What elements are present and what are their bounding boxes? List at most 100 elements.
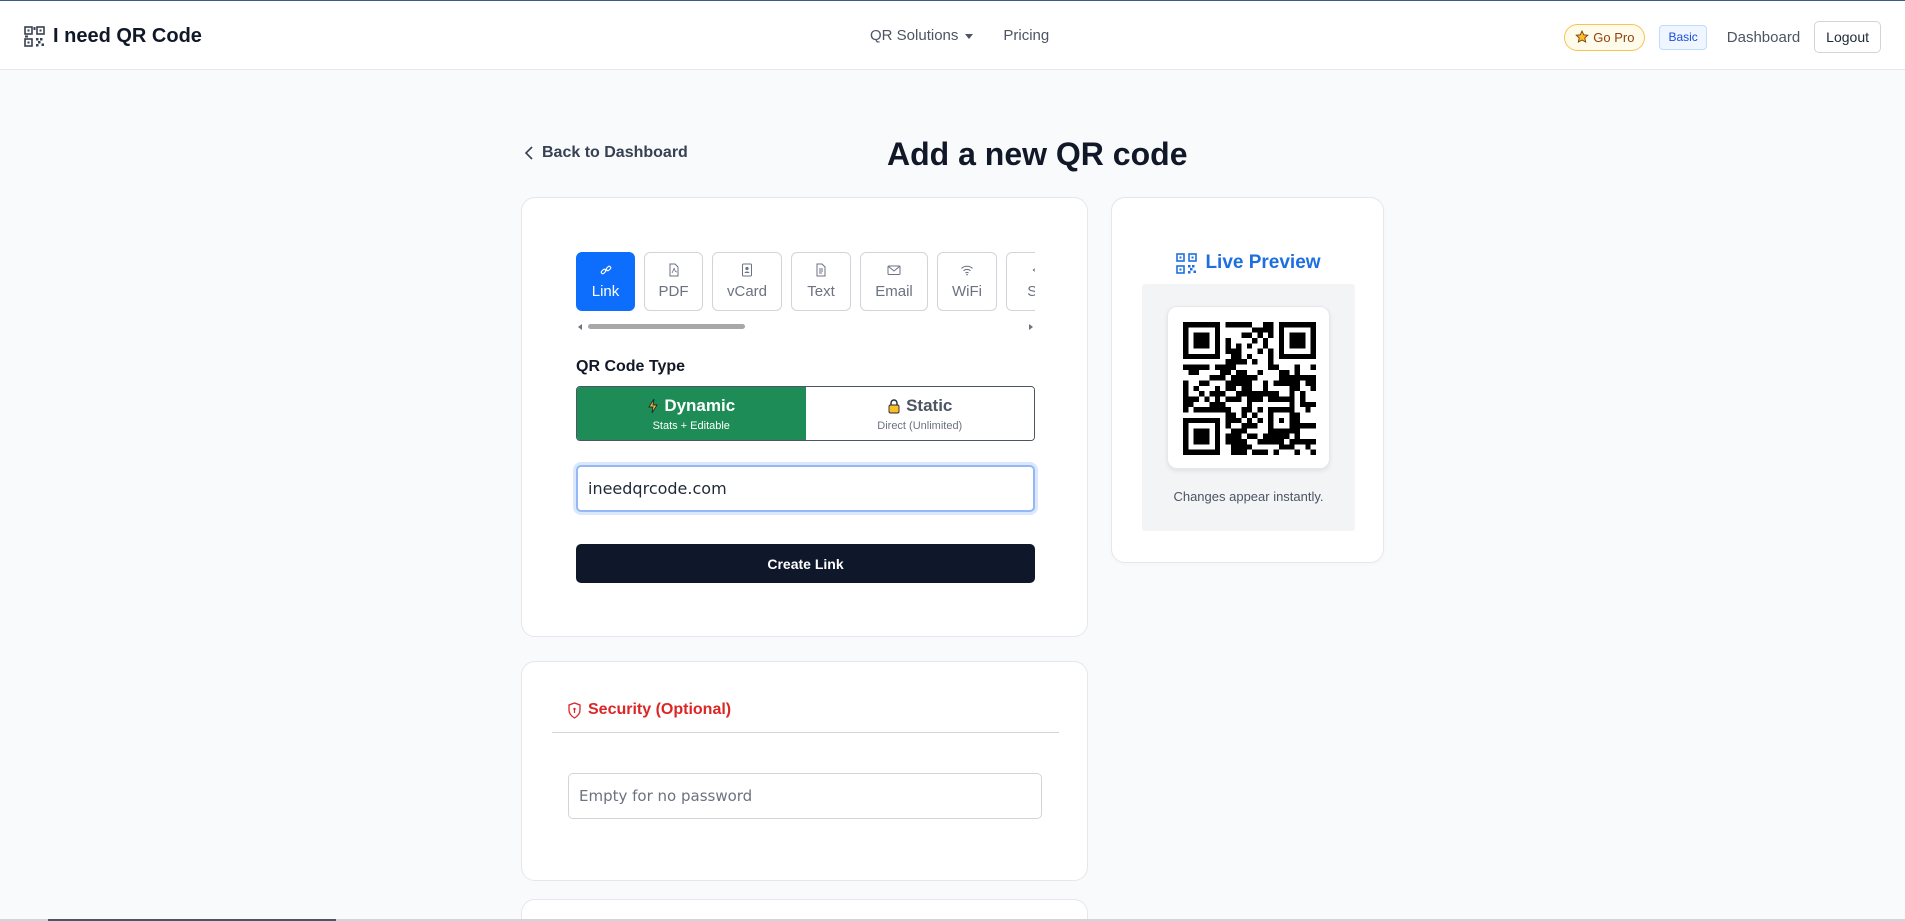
- tab-social[interactable]: Sc: [1006, 252, 1035, 311]
- qr-module: [1278, 332, 1285, 338]
- scroll-left-arrow-icon[interactable]: [578, 324, 582, 330]
- qr-module: [1204, 353, 1210, 360]
- qr-module: [1257, 391, 1263, 397]
- qr-module: [1183, 433, 1189, 440]
- qr-module: [1183, 428, 1189, 434]
- qr-module: [1241, 375, 1247, 381]
- divider: [552, 732, 1059, 733]
- url-input[interactable]: [576, 465, 1035, 512]
- tab-email[interactable]: Email: [860, 252, 928, 311]
- qr-module: [1214, 364, 1221, 370]
- go-pro-button[interactable]: Go Pro: [1564, 23, 1646, 51]
- qr-module: [1225, 433, 1231, 440]
- qr-module: [1268, 428, 1274, 434]
- qr-module: [1278, 322, 1285, 328]
- qr-module: [1284, 396, 1290, 402]
- qr-module: [1241, 423, 1247, 429]
- qr-module: [1257, 396, 1263, 402]
- qr-module: [1209, 375, 1215, 381]
- tab-link[interactable]: Link: [576, 252, 635, 311]
- qr-module: [1204, 407, 1210, 413]
- tab-text[interactable]: Text: [791, 252, 851, 311]
- back-to-dashboard-link[interactable]: Back to Dashboard: [524, 144, 688, 162]
- qr-module: [1268, 423, 1274, 429]
- dynamic-title: Dynamic: [664, 395, 736, 415]
- qr-module: [1188, 449, 1194, 455]
- qr-module: [1204, 343, 1210, 349]
- brand-link[interactable]: I need QR Code: [24, 25, 202, 48]
- qr-module: [1278, 343, 1285, 349]
- security-title: Security (Optional): [588, 701, 732, 718]
- qr-code-image: [1183, 322, 1316, 455]
- qr-module: [1214, 396, 1221, 402]
- dynamic-option[interactable]: Dynamic Stats + Editable: [577, 387, 806, 440]
- qr-module: [1262, 433, 1269, 440]
- qr-module: [1230, 385, 1237, 392]
- qr-module: [1268, 396, 1274, 402]
- qr-module: [1204, 417, 1210, 424]
- create-link-button[interactable]: Create Link: [576, 544, 1035, 583]
- qr-module: [1305, 322, 1311, 328]
- qr-module: [1183, 391, 1189, 397]
- qr-module: [1214, 428, 1221, 434]
- tab-wifi[interactable]: WiFi: [937, 252, 997, 311]
- qr-module: [1220, 401, 1226, 408]
- qr-module: [1289, 353, 1295, 360]
- qr-module: [1193, 417, 1199, 424]
- qr-module: [1289, 444, 1295, 450]
- qr-module: [1268, 348, 1274, 354]
- qr-module: [1193, 449, 1199, 455]
- tab-pdf[interactable]: PDF: [644, 252, 703, 311]
- qr-module: [1230, 417, 1237, 424]
- qr-module: [1236, 380, 1242, 386]
- qr-module: [1230, 380, 1237, 386]
- qr-module: [1193, 364, 1199, 370]
- qr-module: [1214, 449, 1221, 455]
- qr-module: [1236, 343, 1242, 349]
- qr-module: [1252, 396, 1258, 402]
- qr-module: [1204, 322, 1210, 328]
- qr-solutions-dropdown[interactable]: QR Solutions: [870, 27, 974, 44]
- qr-module: [1198, 364, 1205, 370]
- qr-module: [1294, 353, 1301, 360]
- qr-module: [1273, 428, 1279, 434]
- pricing-link[interactable]: Pricing: [1003, 27, 1049, 44]
- qr-module: [1246, 385, 1253, 392]
- qr-module: [1289, 337, 1295, 344]
- qr-module: [1230, 449, 1237, 455]
- qr-module: [1294, 433, 1301, 440]
- qr-module: [1252, 433, 1258, 440]
- tab-vcard[interactable]: vCard: [712, 252, 782, 311]
- qr-module: [1278, 428, 1285, 434]
- logout-button[interactable]: Logout: [1814, 21, 1881, 53]
- qr-module: [1294, 417, 1301, 424]
- qr-module: [1268, 364, 1274, 370]
- qr-module: [1193, 396, 1199, 402]
- qr-module: [1268, 359, 1274, 365]
- qr-module: [1246, 375, 1253, 381]
- qr-module: [1257, 449, 1263, 455]
- password-input[interactable]: [568, 773, 1042, 819]
- qr-module: [1284, 375, 1290, 381]
- qr-module: [1241, 449, 1247, 455]
- qr-module: [1310, 423, 1316, 429]
- qr-module: [1225, 417, 1231, 424]
- qr-module: [1305, 407, 1311, 413]
- qr-module: [1193, 353, 1199, 360]
- qr-module: [1193, 343, 1199, 349]
- static-option[interactable]: Static Direct (Unlimited): [805, 387, 1034, 440]
- qr-module: [1183, 396, 1189, 402]
- navbar: I need QR Code QR Solutions Pricing Go P…: [0, 1, 1905, 70]
- qr-module: [1273, 396, 1279, 402]
- scroll-right-arrow-icon[interactable]: [1029, 324, 1033, 330]
- tabs-scrollbar[interactable]: [576, 323, 1035, 331]
- qr-module: [1183, 332, 1189, 338]
- qr-module: [1246, 353, 1253, 360]
- scrollbar-thumb[interactable]: [588, 324, 745, 329]
- qr-module: [1294, 412, 1301, 418]
- qr-module: [1284, 322, 1290, 328]
- qr-module: [1294, 375, 1301, 381]
- qr-module: [1257, 332, 1263, 338]
- qr-module: [1300, 322, 1306, 328]
- dashboard-link[interactable]: Dashboard: [1723, 29, 1804, 46]
